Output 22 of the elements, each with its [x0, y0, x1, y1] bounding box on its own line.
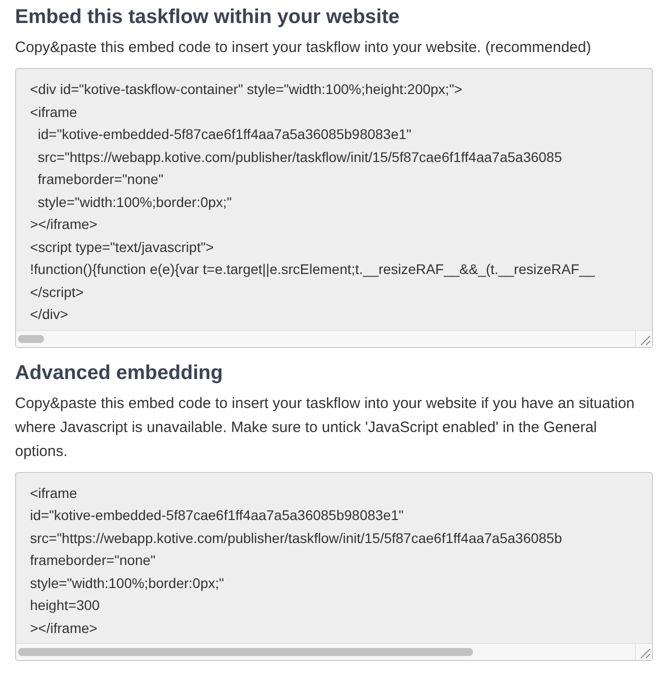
section-description: Copy&paste this embed code to insert your taskflow into your website if you have an situation where Javascript is unavailable. Make sure to untick 'JavaScript enabled' in the General options.: [15, 394, 636, 462]
code-line: src="https://webapp.kotive.com/publisher/taskflow/init/15/5f87cae6f1ff4aa7a5a36085: [36, 148, 562, 167]
section-description: Copy&paste this embed code to insert your taskflow into your website. (recommended): [15, 38, 592, 58]
code-line: <iframe: [30, 102, 78, 122]
code-line: ></iframe>: [30, 618, 98, 638]
code-line: !function(){function e(e){var t=e.target||e.srcElement;t.__resizeRAF__&&_(t.__resizeRAF__: [30, 260, 595, 279]
code-line: src="https://webapp.kotive.com/publisher/taskflow/init/15/5f87cae6f1ff4aa7a5a36085b: [30, 528, 562, 548]
section-heading: Advanced embedding: [15, 360, 224, 386]
code-line: height=300: [30, 596, 100, 615]
code-line: frameborder="none": [30, 551, 156, 570]
code-line: <script type="text/javascript">: [30, 238, 214, 257]
code-line: </script>: [30, 282, 84, 302]
code-line: frameborder="none": [36, 170, 164, 189]
code-line: id="kotive-embedded-5f87cae6f1ff4aa7a5a36085b98083e1": [30, 506, 404, 525]
code-line: </div>: [30, 305, 68, 324]
code-line: ></iframe>: [30, 215, 98, 234]
code-line: style="width:100%;border:0px;": [30, 574, 224, 593]
code-line: <div id="kotive-taskflow-container" style="width:100%;height:200px;">: [30, 80, 462, 99]
section-heading: Embed this taskflow within your website: [15, 5, 401, 30]
code-line: <iframe: [30, 484, 78, 502]
code-line: style="width:100%;border:0px;": [36, 192, 232, 212]
code-line: id="kotive-embedded-5f87cae6f1ff4aa7a5a36085b98083e1": [36, 125, 412, 144]
